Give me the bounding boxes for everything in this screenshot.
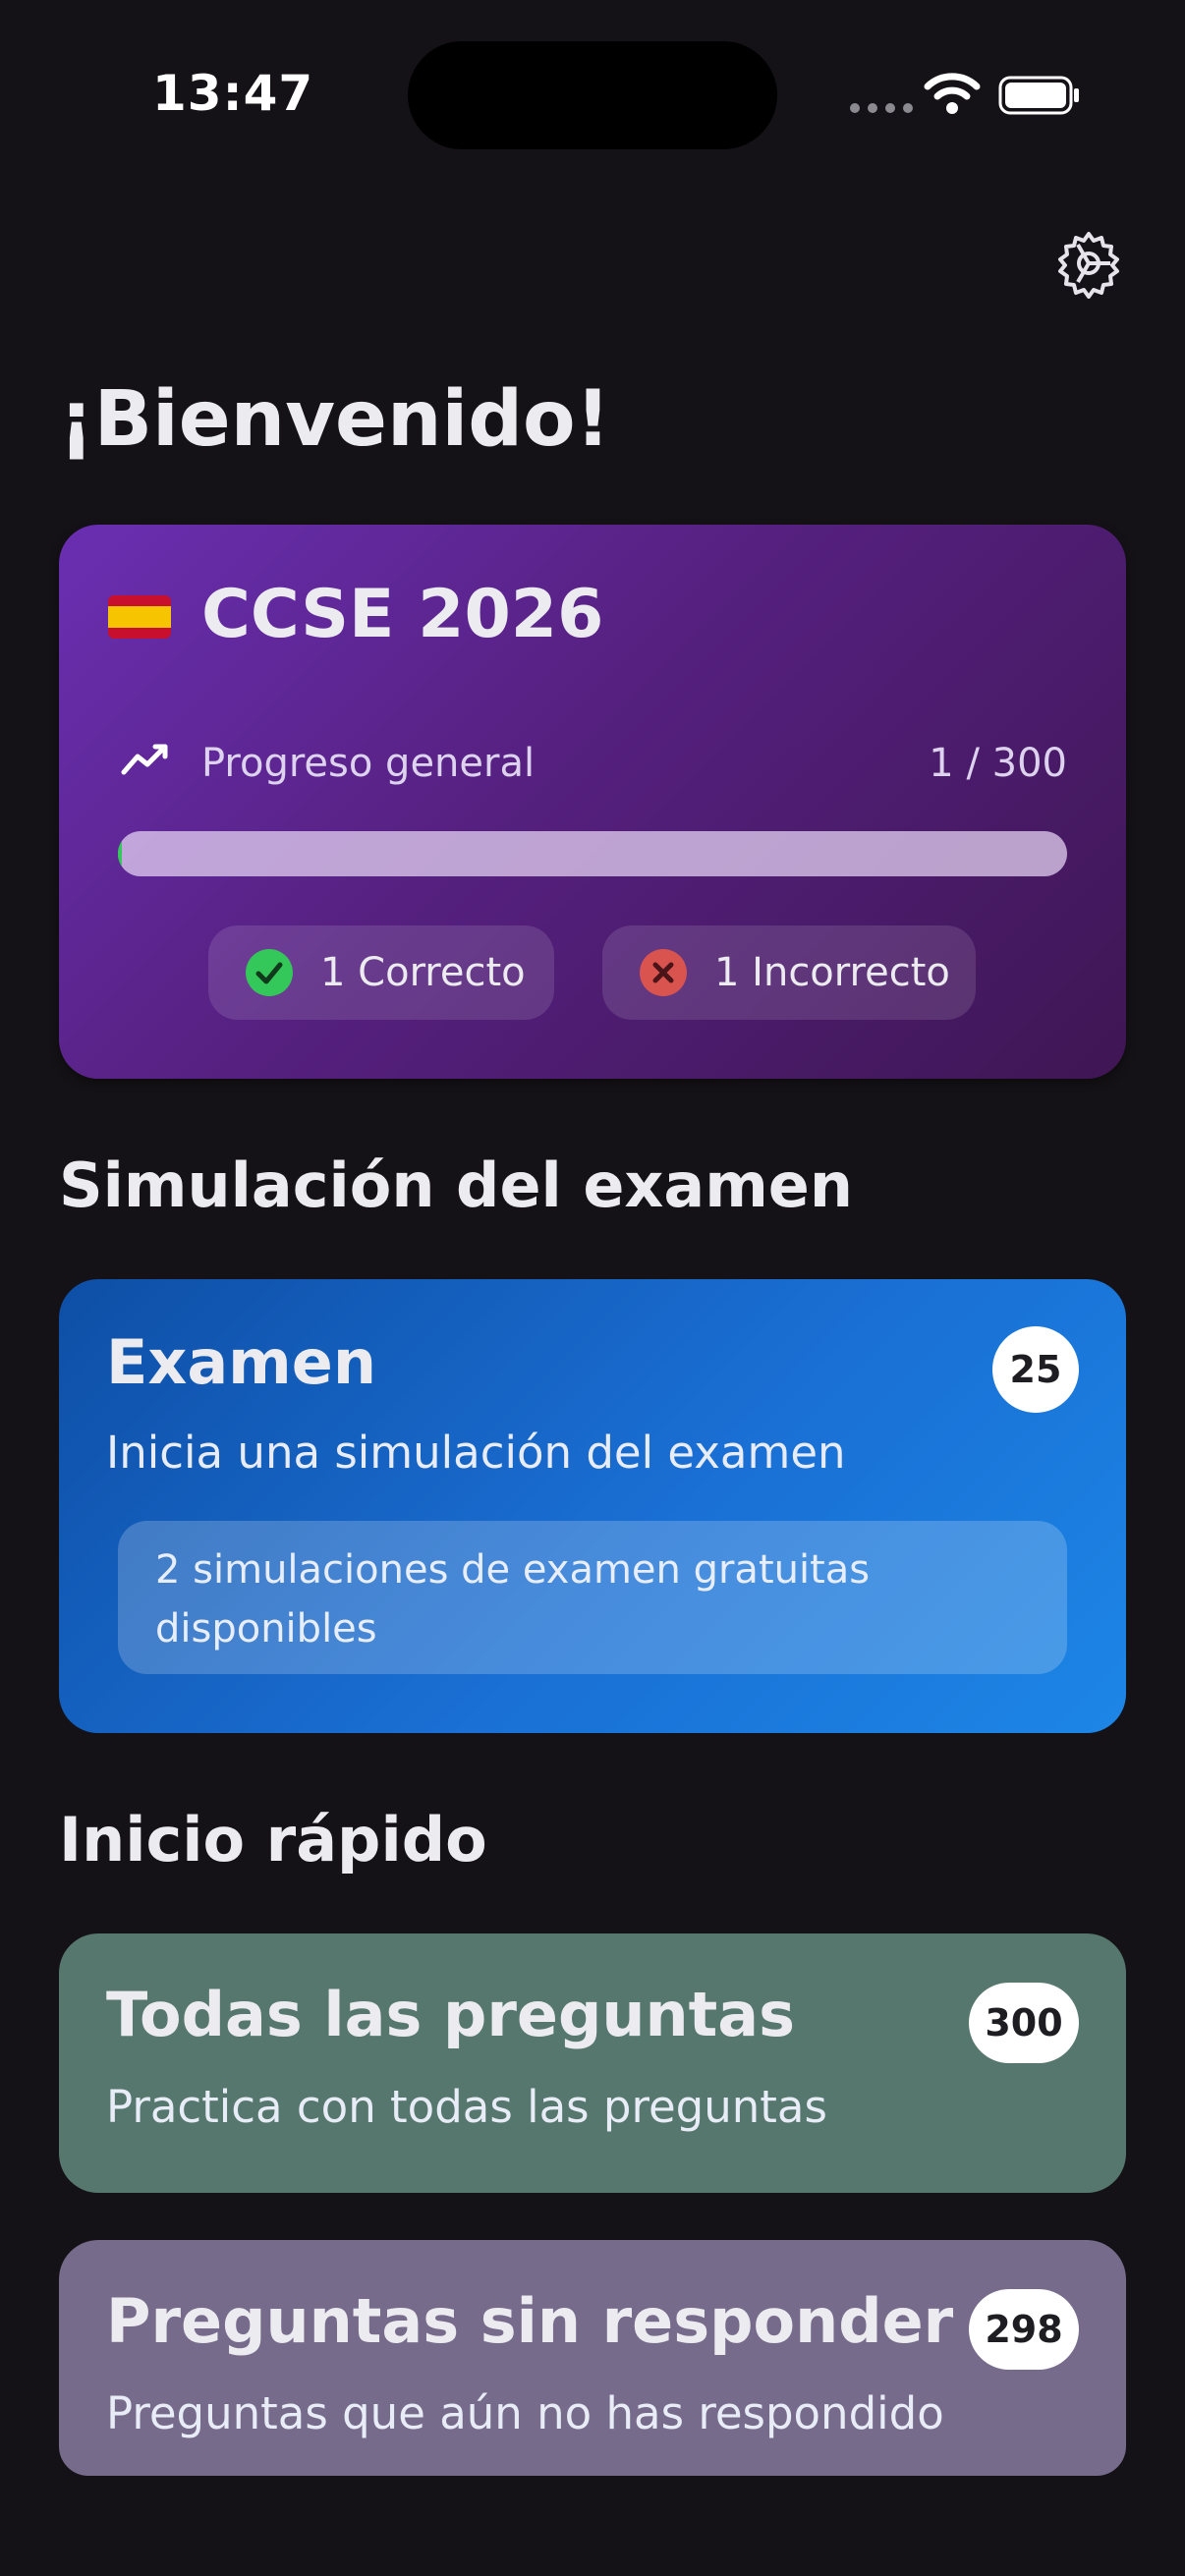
free-simulations-text: 2 simulaciones de examen gratuitas dispo… bbox=[155, 1547, 871, 1652]
x-circle-icon bbox=[640, 949, 687, 996]
exam-name: CCSE 2026 bbox=[201, 576, 604, 653]
incorrect-label: 1 Incorrecto bbox=[714, 950, 950, 995]
exam-question-count-badge: 25 bbox=[992, 1326, 1079, 1413]
all-questions-count-badge: 300 bbox=[969, 1983, 1079, 2063]
settings-gear-icon[interactable] bbox=[1053, 228, 1124, 299]
check-circle-icon bbox=[246, 949, 293, 996]
all-questions-title: Todas las preguntas bbox=[106, 1979, 795, 2050]
incorrect-count-pill: 1 Incorrecto bbox=[602, 925, 976, 1020]
battery-icon bbox=[998, 76, 1079, 115]
exam-section-title: Simulación del examen bbox=[59, 1149, 853, 1221]
unanswered-questions-card[interactable]: Preguntas sin responder 298 Preguntas qu… bbox=[59, 2240, 1126, 2476]
progress-bar-fill bbox=[118, 831, 122, 876]
spain-flag-icon bbox=[108, 595, 171, 639]
progress-label: Progreso general bbox=[201, 741, 536, 786]
dynamic-island bbox=[408, 41, 777, 149]
quick-start-section-title: Inicio rápido bbox=[59, 1804, 487, 1876]
all-questions-card[interactable]: Todas las preguntas 300 Practica con tod… bbox=[59, 1933, 1126, 2193]
status-time: 13:47 bbox=[152, 65, 314, 122]
correct-count-pill: 1 Correcto bbox=[208, 925, 554, 1020]
correct-label: 1 Correcto bbox=[320, 950, 526, 995]
cellular-signal-icon bbox=[850, 103, 913, 113]
unanswered-questions-count-badge: 298 bbox=[969, 2289, 1079, 2370]
wifi-icon bbox=[924, 73, 981, 114]
unanswered-questions-subtitle: Preguntas que aún no has respondido bbox=[106, 2387, 944, 2439]
exam-card[interactable]: Examen 25 Inicia una simulación del exam… bbox=[59, 1279, 1126, 1733]
trend-chart-icon bbox=[121, 744, 168, 775]
free-simulations-notice: 2 simulaciones de examen gratuitas dispo… bbox=[118, 1521, 1067, 1674]
all-questions-subtitle: Practica con todas las preguntas bbox=[106, 2081, 827, 2133]
progress-card[interactable]: CCSE 2026 Progreso general 1 / 300 1 Cor… bbox=[59, 525, 1126, 1079]
welcome-title: ¡Bienvenido! bbox=[59, 375, 611, 464]
progress-count: 1 / 300 bbox=[929, 741, 1067, 786]
unanswered-questions-title: Preguntas sin responder bbox=[106, 2285, 954, 2357]
exam-card-subtitle: Inicia una simulación del examen bbox=[106, 1427, 846, 1479]
exam-card-title: Examen bbox=[106, 1326, 376, 1398]
progress-bar bbox=[118, 831, 1067, 876]
